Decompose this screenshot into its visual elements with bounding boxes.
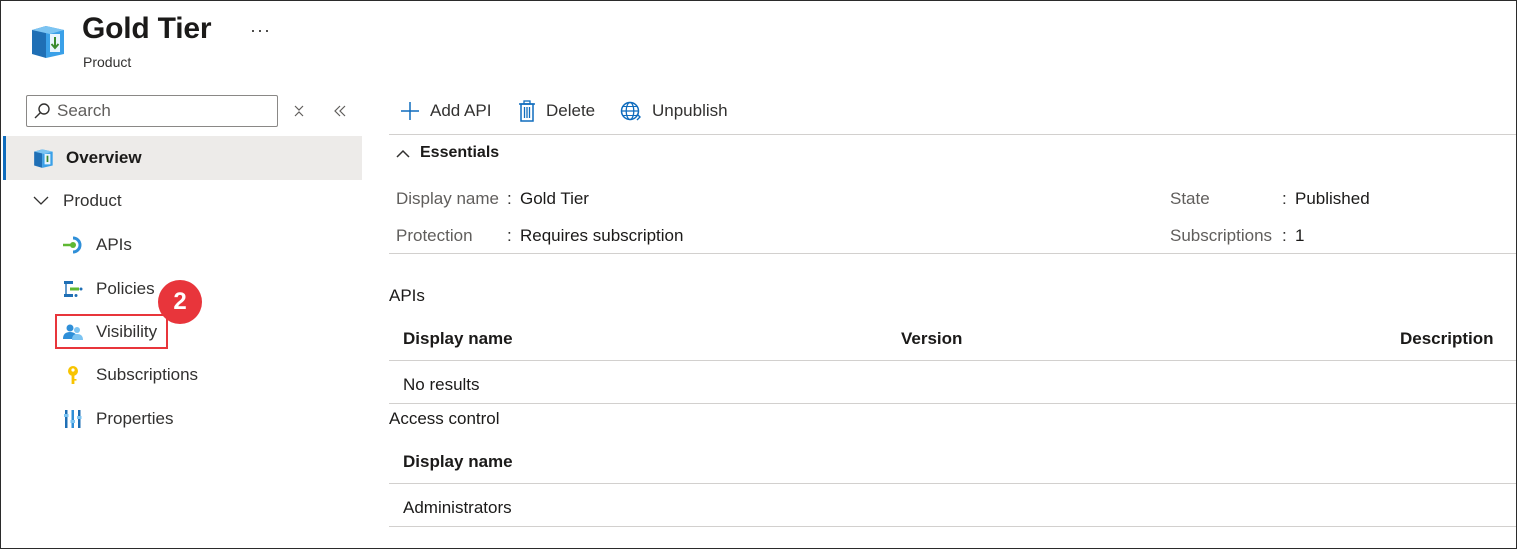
essentials-label: Essentials [420,144,500,161]
essentials-toggle[interactable]: Essentials [396,144,499,162]
table-header-divider [389,483,1516,484]
more-options-button[interactable]: ··· [250,20,271,41]
sidebar-group-label: Product [63,191,122,210]
display-name-label: Display name [396,189,499,208]
sidebar-search[interactable] [26,95,278,127]
table-bottom-divider [389,526,1516,527]
delete-label: Delete [546,101,596,120]
chevron-down-icon [33,196,49,205]
sidebar-item-overview[interactable]: Overview [3,136,362,180]
table-header-divider [389,360,1516,361]
table-row[interactable]: Administrators [403,498,512,518]
api-icon [63,236,82,254]
empty-results-text: No results [403,375,480,394]
state-value: Published [1295,189,1370,208]
access-control-section-title: Access control [389,409,500,428]
clear-filter-button[interactable] [288,100,310,122]
toolbar-divider [389,134,1516,135]
globe-icon [620,101,641,121]
apis-column-header[interactable]: Display name [403,329,513,349]
apis-section-title: APIs [389,286,425,305]
step-number-badge: 2 [158,280,202,324]
table-bottom-divider [389,403,1516,404]
unpublish-button[interactable]: Unpublish [620,96,728,126]
key-icon [68,366,78,384]
double-chevron-left-icon [334,105,346,117]
policies-icon [64,281,83,297]
colon-separator: : [507,226,512,245]
product-cube-icon [34,149,53,168]
page-title: Gold Tier [82,12,212,45]
page-subtitle: Product [83,54,132,70]
sidebar-item-label: Properties [96,409,174,428]
colon-separator: : [507,189,512,208]
collapse-sidebar-button[interactable] [329,100,351,122]
add-api-label: Add API [430,101,492,120]
window-frame [0,0,1517,549]
subscriptions-label: Subscriptions [1170,226,1273,245]
apis-column-header[interactable]: Version [901,329,962,349]
search-icon [34,103,50,119]
trash-icon [519,100,535,122]
sidebar-item-label: Overview [66,148,142,167]
essentials-divider [389,253,1516,254]
protection-value: Requires subscription [520,226,684,245]
state-label: State [1170,189,1210,208]
search-input[interactable] [57,101,257,121]
colon-separator: : [1282,226,1287,245]
plus-icon [401,102,419,120]
product-cube-icon [32,26,64,58]
sidebar-item-label: APIs [96,235,132,254]
sidebar-item-label: Subscriptions [96,365,199,384]
display-name-value: Gold Tier [520,189,589,208]
chevron-up-icon [396,149,410,158]
clear-icon [294,105,304,117]
apis-column-header[interactable]: Description [1400,329,1494,349]
sidebar-item-label: Policies [96,279,155,298]
sidebar-group-product[interactable]: Product [3,180,362,222]
properties-icon [64,410,82,428]
unpublish-label: Unpublish [652,101,728,120]
colon-separator: : [1282,189,1287,208]
annotation-highlight-box [55,314,168,349]
access-column-header[interactable]: Display name [403,452,513,472]
delete-button[interactable]: Delete [518,96,595,126]
protection-label: Protection [396,226,473,245]
subscriptions-value: 1 [1295,226,1305,245]
add-api-button[interactable]: Add API [400,96,491,126]
